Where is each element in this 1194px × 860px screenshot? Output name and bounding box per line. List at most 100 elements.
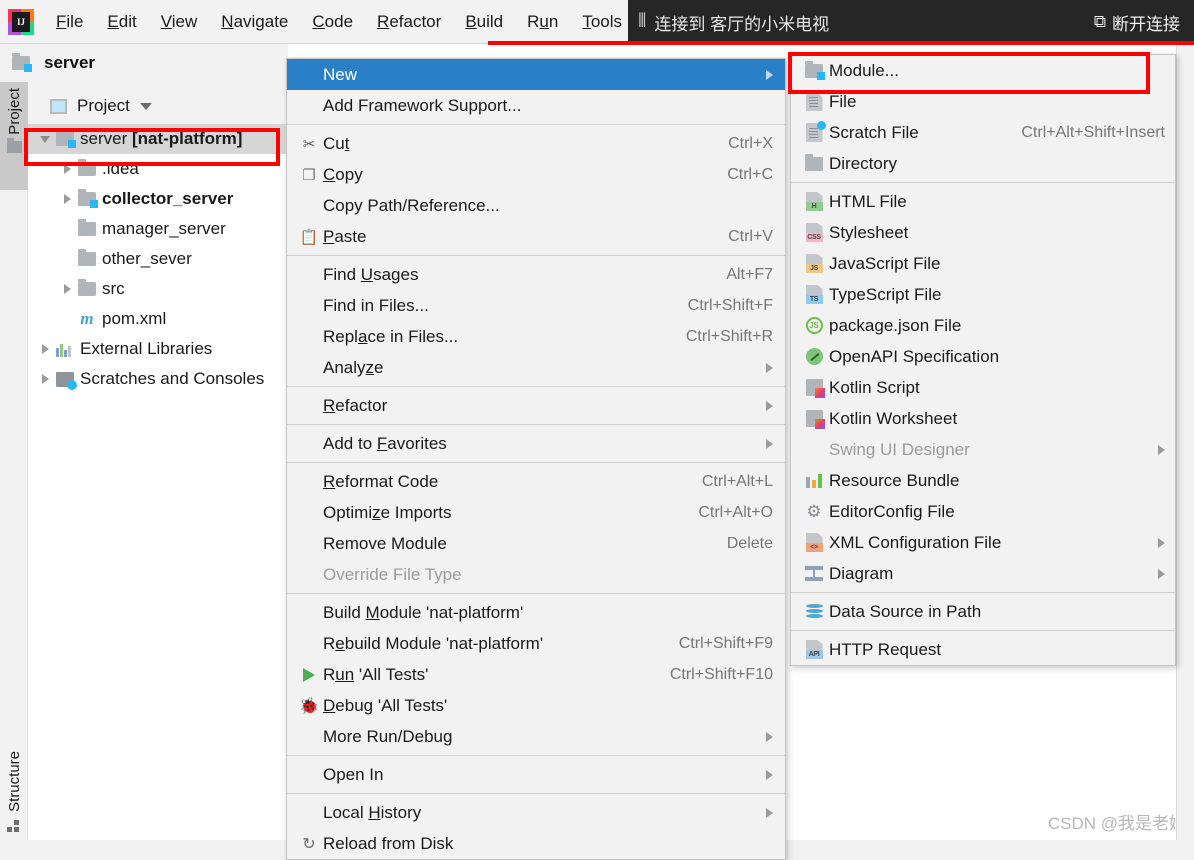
menu-item-open-in[interactable]: Open In [287,759,785,790]
menu-tools[interactable]: Tools [570,8,634,36]
menu-item-copy-path-reference[interactable]: Copy Path/Reference... [287,190,785,221]
submenu-item-diagram[interactable]: Diagram [791,558,1175,589]
chevron-right-icon [1158,537,1165,548]
submenu-item-openapi-specification[interactable]: OpenAPI Specification [791,341,1175,372]
stripe-structure-label: Structure [5,751,23,812]
tree-row-label: pom.xml [102,309,167,328]
menu-item-cut[interactable]: ✂ Cut Ctrl+X [287,128,785,159]
menu-item-label: Cut [323,133,350,153]
chevron-right-icon[interactable] [34,344,56,354]
menu-item-shortcut: Ctrl+C [727,165,773,183]
menu-separator [287,755,785,756]
menu-item-rebuild-module-nat-platform[interactable]: Rebuild Module 'nat-platform' Ctrl+Shift+… [287,628,785,659]
submenu-item-directory[interactable]: Directory [791,148,1175,179]
editor-right-gutter[interactable] [1176,44,1194,840]
tree-row[interactable]: manager_server [28,214,288,244]
tree-row[interactable]: Scratches and Consoles [28,364,288,394]
submenu-item-file[interactable]: File [791,86,1175,117]
menu-refactor[interactable]: Refactor [365,8,453,36]
disconnect-label: 断开连接 [1112,14,1180,34]
submenu-item-kotlin-script[interactable]: Kotlin Script [791,372,1175,403]
submenu-item-resource-bundle[interactable]: Resource Bundle [791,465,1175,496]
submenu-item-http-request[interactable]: API HTTP Request [791,634,1175,665]
scratches-icon [56,371,77,390]
menu-item-refactor[interactable]: Refactor [287,390,785,421]
menu-item-optimize-imports[interactable]: Optimize Imports Ctrl+Alt+O [287,497,785,528]
tree-row[interactable]: other_sever [28,244,288,274]
menu-item-find-usages[interactable]: Find Usages Alt+F7 [287,259,785,290]
submenu-item-stylesheet[interactable]: CSS Stylesheet [791,217,1175,248]
menu-item-shortcut: Alt+F7 [726,265,773,283]
disconnect-button[interactable]: ⧉ 断开连接 [1094,10,1180,35]
menu-navigate[interactable]: Navigate [209,8,300,36]
tree-row[interactable]: collector_server [28,184,288,214]
project-view-selector[interactable]: Project [28,88,288,124]
kotlin-icon [799,379,829,398]
tree-row[interactable]: m pom.xml [28,304,288,334]
menu-item-run-all-tests[interactable]: Run 'All Tests' Ctrl+Shift+F10 [287,659,785,690]
submenu-item-javascript-file[interactable]: JS JavaScript File [791,248,1175,279]
context-menu[interactable]: New Add Framework Support... ✂ Cut Ctrl+X ❐ Co… [286,58,786,860]
tree-row[interactable]: .idea [28,154,288,184]
submenu-item-kotlin-worksheet[interactable]: Kotlin Worksheet [791,403,1175,434]
project-tree[interactable]: server [nat-platform] .idea collector_serv… [28,124,288,840]
menu-code[interactable]: Code [300,8,365,36]
menu-item-new[interactable]: New [287,59,785,90]
menu-item-local-history[interactable]: Local History [287,797,785,828]
chevron-right-icon[interactable] [56,164,78,174]
menu-item-reformat-code[interactable]: Reformat Code Ctrl+Alt+L [287,466,785,497]
submenu-item-typescript-file[interactable]: TS TypeScript File [791,279,1175,310]
menu-item-build-module-nat-platform[interactable]: Build Module 'nat-platform' [287,597,785,628]
menu-build[interactable]: Build [453,8,515,36]
menu-item-analyze[interactable]: Analyze [287,352,785,383]
menu-item-shortcut: Ctrl+X [728,134,773,152]
menu-view[interactable]: View [149,8,210,36]
run-icon [295,667,323,682]
submenu-item-scratch-file[interactable]: Scratch File Ctrl+Alt+Shift+Insert [791,117,1175,148]
submenu-item-html-file[interactable]: H HTML File [791,186,1175,217]
tree-row[interactable]: External Libraries [28,334,288,364]
submenu-item-module[interactable]: Module... [791,55,1175,86]
submenu-item-label: HTTP Request [829,639,942,659]
tree-row[interactable]: src [28,274,288,304]
stripe-button-structure[interactable]: Structure [0,751,28,832]
tree-row-label: .idea [102,159,139,178]
menu-separator [287,793,785,794]
menu-item-add-to-favorites[interactable]: Add to Favorites [287,428,785,459]
folder-icon [799,153,829,171]
submenu-item-data-source-in-path[interactable]: Data Source in Path [791,596,1175,627]
menu-file[interactable]: File [44,8,95,36]
submenu-item-editorconfig-file[interactable]: ⚙ EditorConfig File [791,496,1175,527]
submenu-item-package-json-file[interactable]: JS package.json File [791,310,1175,341]
chevron-right-icon[interactable] [56,284,78,294]
stripe-button-project[interactable]: Project [0,82,28,190]
menu-item-shortcut: Delete [726,534,773,552]
menu-item-paste[interactable]: 📋 Paste Ctrl+V [287,221,785,252]
project-view-label: Project [77,96,130,115]
module-folder-icon [78,189,98,208]
submenu-item-xml-configuration-file[interactable]: <> XML Configuration File [791,527,1175,558]
menu-item-label: Remove Module [323,533,447,553]
menu-item-find-in-files[interactable]: Find in Files... Ctrl+Shift+F [287,290,785,321]
menu-item-label: Replace in Files... [323,326,459,346]
signal-bars-icon: ⦀ [638,11,647,32]
intellij-idea-logo-icon: IJ [8,8,34,35]
menu-item-more-run-debug[interactable]: More Run/Debug [287,721,785,752]
menu-item-remove-module[interactable]: Remove Module Delete [287,528,785,559]
chevron-down-icon[interactable] [34,135,56,143]
menu-item-add-framework-support[interactable]: Add Framework Support... [287,90,785,121]
menu-item-debug-all-tests[interactable]: 🐞 Debug 'All Tests' [287,690,785,721]
chevron-right-icon[interactable] [56,194,78,204]
new-submenu[interactable]: Module... File Scratch File Ctrl+Alt+Shift+… [790,54,1176,666]
menu-item-copy[interactable]: ❐ Copy Ctrl+C [287,159,785,190]
menu-run[interactable]: Run [515,8,570,36]
tree-row[interactable]: server [nat-platform] [28,124,288,154]
menu-item-label: New [323,64,358,84]
chevron-down-icon[interactable] [139,102,152,110]
chevron-right-icon[interactable] [34,374,56,384]
submenu-item-label: Swing UI Designer [829,439,970,459]
menu-item-replace-in-files[interactable]: Replace in Files... Ctrl+Shift+R [287,321,785,352]
menu-item-reload-from-disk[interactable]: ↻ Reload from Disk [287,828,785,859]
menu-edit[interactable]: Edit [95,8,148,36]
chevron-right-icon [766,807,773,818]
